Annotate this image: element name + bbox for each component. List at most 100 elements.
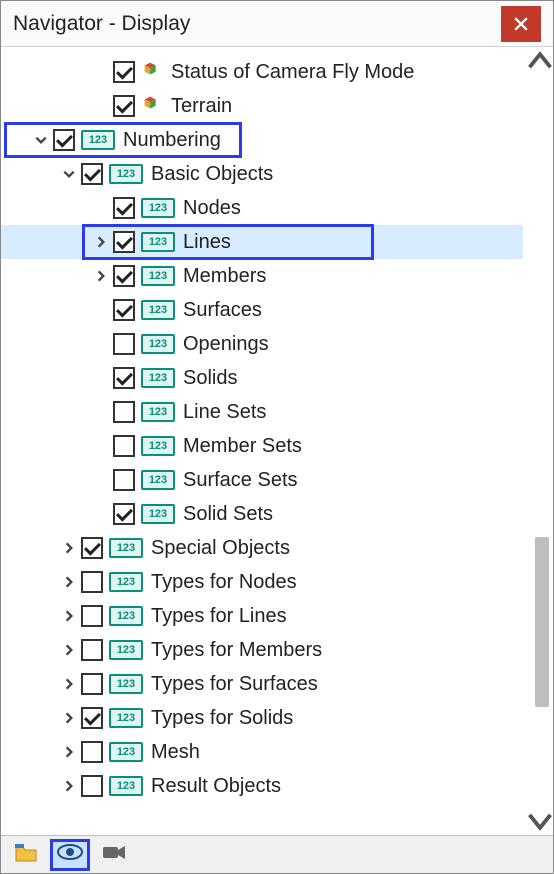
- tree-row[interactable]: 123 Line Sets: [1, 395, 523, 429]
- tree-row[interactable]: 123 Surfaces: [1, 293, 523, 327]
- tree-item-label: Terrain: [171, 95, 232, 118]
- highlight-box: [83, 225, 373, 259]
- tree-item-label: Line Sets: [183, 401, 266, 424]
- numbering-icon: 123: [141, 266, 175, 286]
- scroll-down-icon[interactable]: [527, 805, 553, 835]
- tree-item-label: Members: [183, 265, 266, 288]
- visibility-checkbox[interactable]: [81, 673, 103, 695]
- visibility-checkbox[interactable]: [113, 469, 135, 491]
- tree-item-label: Types for Surfaces: [151, 673, 318, 696]
- tree-area: Status of Camera Fly Mode Terrain 123Numbe…: [1, 47, 553, 835]
- visibility-checkbox[interactable]: [81, 571, 103, 593]
- tree[interactable]: Status of Camera Fly Mode Terrain 123Numbe…: [1, 47, 523, 835]
- tree-row[interactable]: 123Types for Lines: [1, 599, 523, 633]
- tree-row[interactable]: 123 Types for Nodes: [1, 565, 523, 599]
- numbering-icon: 123: [109, 776, 143, 796]
- tree-row[interactable]: 123Surface Sets: [1, 463, 523, 497]
- tree-row[interactable]: 123Solids: [1, 361, 523, 395]
- expand-caret-icon[interactable]: [89, 269, 113, 283]
- tree-row[interactable]: 123Lines: [1, 225, 523, 259]
- numbering-icon: 123: [141, 436, 175, 456]
- tree-row[interactable]: 123Result Objects: [1, 769, 523, 803]
- scroll-up-icon[interactable]: [527, 47, 553, 77]
- tree-row[interactable]: 123 Types for Solids: [1, 701, 523, 735]
- numbering-icon: 123: [109, 538, 143, 558]
- tree-row[interactable]: 123 Member Sets: [1, 429, 523, 463]
- visibility-checkbox[interactable]: [113, 333, 135, 355]
- expand-caret-icon[interactable]: [57, 711, 81, 725]
- folder-icon: [14, 841, 38, 868]
- scrollbar[interactable]: [527, 47, 553, 835]
- expand-caret-icon[interactable]: [57, 779, 81, 793]
- tree-item-label: Mesh: [151, 741, 200, 764]
- tree-row[interactable]: 123Types for Members: [1, 633, 523, 667]
- visibility-checkbox[interactable]: [113, 197, 135, 219]
- tree-item-label: Basic Objects: [151, 163, 273, 186]
- expand-caret-icon[interactable]: [29, 133, 53, 147]
- visibility-checkbox[interactable]: [81, 741, 103, 763]
- visibility-checkbox[interactable]: [113, 95, 135, 117]
- expand-caret-icon[interactable]: [57, 643, 81, 657]
- camera-icon: [101, 843, 127, 866]
- numbering-icon: 123: [109, 708, 143, 728]
- numbering-icon: 123: [109, 572, 143, 592]
- numbering-icon: 123: [81, 130, 115, 150]
- visibility-checkbox[interactable]: [113, 503, 135, 525]
- visibility-checkbox[interactable]: [113, 299, 135, 321]
- expand-caret-icon[interactable]: [57, 677, 81, 691]
- cube-icon: [141, 92, 171, 120]
- visibility-checkbox[interactable]: [81, 537, 103, 559]
- tree-item-label: Nodes: [183, 197, 241, 220]
- tree-row[interactable]: 123Numbering: [5, 123, 241, 157]
- tree-row[interactable]: 123 Nodes: [1, 191, 523, 225]
- footer-tabs: [1, 835, 553, 873]
- tree-item-label: Member Sets: [183, 435, 302, 458]
- tree-item-label: Types for Nodes: [151, 571, 297, 594]
- scroll-thumb[interactable]: [535, 537, 549, 707]
- visibility-checkbox[interactable]: [53, 129, 75, 151]
- numbering-icon: 123: [141, 402, 175, 422]
- tree-item-label: Special Objects: [151, 537, 290, 560]
- visibility-checkbox[interactable]: [81, 163, 103, 185]
- visibility-checkbox[interactable]: [113, 401, 135, 423]
- tree-row[interactable]: 123 Special Objects: [1, 531, 523, 565]
- visibility-checkbox[interactable]: [81, 639, 103, 661]
- expand-caret-icon[interactable]: [57, 575, 81, 589]
- navigator-display-window: Navigator - Display Status of Camera Fly…: [0, 0, 554, 874]
- cube-icon: [141, 58, 171, 86]
- numbering-icon: 123: [109, 606, 143, 626]
- numbering-icon: 123: [109, 640, 143, 660]
- tree-row[interactable]: 123Solid Sets: [1, 497, 523, 531]
- data-tab[interactable]: [7, 840, 45, 870]
- views-tab[interactable]: [95, 840, 133, 870]
- expand-caret-icon[interactable]: [57, 167, 81, 181]
- tree-item-label: Status of Camera Fly Mode: [171, 61, 414, 84]
- numbering-icon: 123: [141, 504, 175, 524]
- tree-row[interactable]: Terrain: [1, 89, 523, 123]
- close-button[interactable]: [501, 6, 541, 42]
- tree-row[interactable]: 123Openings: [1, 327, 523, 361]
- visibility-checkbox[interactable]: [81, 775, 103, 797]
- numbering-icon: 123: [109, 742, 143, 762]
- visibility-checkbox[interactable]: [81, 707, 103, 729]
- tree-item-label: Surfaces: [183, 299, 262, 322]
- expand-caret-icon[interactable]: [57, 745, 81, 759]
- tree-row[interactable]: 123Basic Objects: [1, 157, 523, 191]
- tree-item-label: Types for Solids: [151, 707, 293, 730]
- display-tab[interactable]: [51, 840, 89, 870]
- tree-row[interactable]: Status of Camera Fly Mode: [1, 55, 523, 89]
- tree-row[interactable]: 123 Members: [1, 259, 523, 293]
- visibility-checkbox[interactable]: [113, 265, 135, 287]
- visibility-checkbox[interactable]: [113, 367, 135, 389]
- tree-row[interactable]: 123 Mesh: [1, 735, 523, 769]
- numbering-icon: 123: [141, 300, 175, 320]
- tree-row[interactable]: 123 Types for Surfaces: [1, 667, 523, 701]
- window-title: Navigator - Display: [13, 12, 501, 36]
- visibility-checkbox[interactable]: [81, 605, 103, 627]
- visibility-checkbox[interactable]: [113, 61, 135, 83]
- expand-caret-icon[interactable]: [57, 541, 81, 555]
- expand-caret-icon[interactable]: [57, 609, 81, 623]
- numbering-icon: 123: [141, 198, 175, 218]
- numbering-icon: 123: [109, 674, 143, 694]
- visibility-checkbox[interactable]: [113, 435, 135, 457]
